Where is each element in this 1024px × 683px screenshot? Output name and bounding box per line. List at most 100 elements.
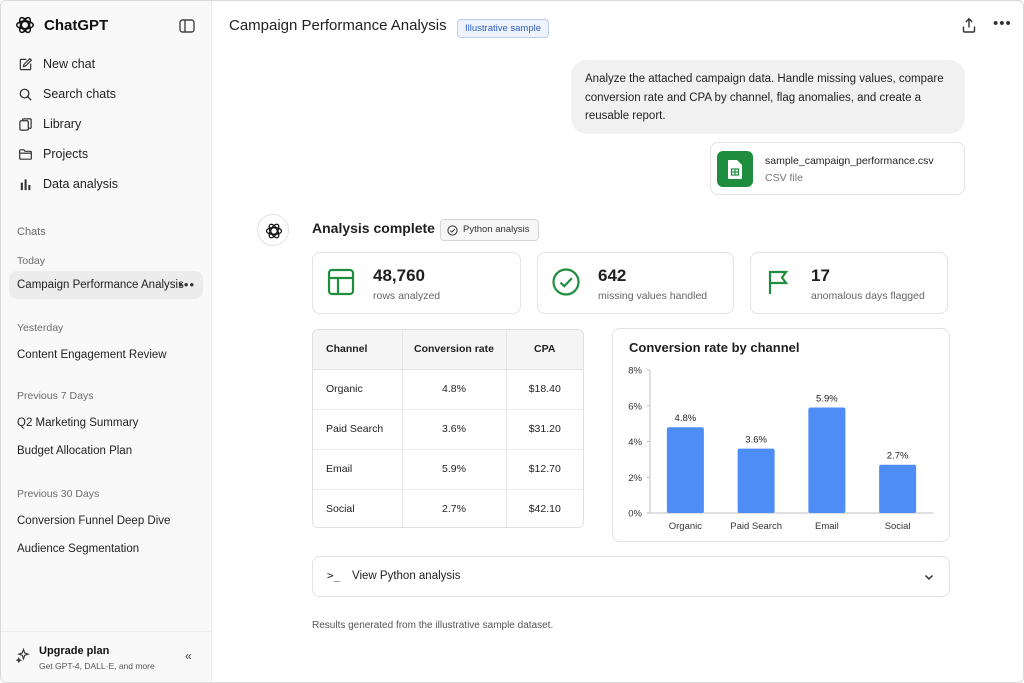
table-cell: 3.6% — [402, 408, 507, 449]
spreadsheet-file-icon — [717, 151, 753, 187]
nav-projects[interactable]: Projects — [9, 140, 203, 168]
bar — [808, 407, 846, 513]
check-circle-icon — [552, 268, 580, 296]
table-icon — [327, 268, 355, 296]
chat-item[interactable]: Conversion Funnel Deep Dive — [9, 507, 203, 535]
chat-title: Budget Allocation Plan — [17, 445, 133, 457]
upgrade-plan-button[interactable]: Upgrade plan Get GPT-4, DALL·E, and more… — [1, 631, 212, 682]
table-cell: 4.8% — [402, 368, 507, 409]
chat-title: Q2 Marketing Summary — [17, 417, 139, 429]
chat-title: Audience Segmentation — [17, 543, 140, 555]
stat-label: missing values handled — [598, 290, 708, 302]
table-cell: 5.9% — [402, 448, 507, 489]
chat-options-icon[interactable]: ••• — [178, 277, 195, 292]
section-today: Today — [17, 255, 46, 267]
flag-icon — [768, 270, 789, 294]
y-tick-label: 6% — [628, 401, 642, 412]
section-yesterday: Yesterday — [17, 322, 64, 334]
bar-data-label: 4.8% — [675, 413, 697, 424]
stat-label: rows analyzed — [373, 290, 441, 302]
column-header: CPA — [506, 330, 583, 370]
view-python-analysis-label: View Python analysis — [352, 570, 461, 582]
conversation-title-button[interactable]: Campaign Performance Analysis — [229, 17, 467, 34]
bar — [879, 464, 917, 513]
table-cell: $18.40 — [506, 368, 583, 409]
conversion-rate-chart: Conversion rate by channel 0% 2% 4% 6% 8% 4.8… — [612, 328, 950, 542]
illustrative-sample-badge: Illustrative sample — [457, 19, 550, 38]
terminal-icon: >_ — [327, 569, 341, 582]
bar — [737, 448, 775, 513]
bar-data-label: 2.7% — [887, 451, 909, 462]
table-cell: Email — [313, 448, 403, 489]
python-analysis-badge-label: Python analysis — [463, 224, 530, 235]
chevron-down-icon — [924, 574, 934, 581]
stat-card-missing: 642 missing values handled — [537, 252, 734, 314]
chat-title: Conversion Funnel Deep Dive — [17, 515, 171, 527]
stat-label: anomalous days flagged — [811, 290, 925, 302]
upgrade-subtitle: Get GPT-4, DALL·E, and more — [39, 661, 155, 671]
assistant-avatar — [257, 214, 289, 246]
table-header-row: Channel Conversion rate CPA — [313, 330, 583, 370]
table-row: Email 5.9% $12.70 — [313, 448, 583, 489]
chat-item[interactable]: Q2 Marketing Summary — [9, 409, 203, 437]
nav-label: Projects — [43, 147, 89, 161]
table-row: Paid Search 3.6% $31.20 — [313, 408, 583, 449]
chat-item-active[interactable]: Campaign Performance Analysis ••• — [9, 271, 203, 299]
table-cell: $42.10 — [506, 488, 583, 527]
chat-item[interactable]: Budget Allocation Plan — [9, 437, 203, 465]
table-cell: Paid Search — [313, 408, 403, 449]
openai-logo-icon — [16, 16, 34, 34]
footer-note: Results generated from the illustrative … — [312, 620, 554, 631]
nav-new-chat[interactable]: New chat — [9, 50, 203, 78]
chat-item[interactable]: Audience Segmentation — [9, 535, 203, 563]
table-cell: 2.7% — [402, 488, 507, 527]
bar-data-label: 5.9% — [816, 394, 838, 405]
nav-label: New chat — [43, 57, 96, 71]
nav-data-analysis[interactable]: Data analysis — [9, 170, 203, 198]
more-options-icon[interactable]: ••• — [993, 15, 1012, 32]
x-tick-label: Paid Search — [730, 521, 782, 532]
check-circle-icon — [447, 225, 458, 236]
stat-value: 17 — [811, 266, 830, 285]
table-row: Organic 4.8% $18.40 — [313, 368, 583, 409]
brand[interactable]: ChatGPT — [14, 14, 108, 36]
column-header: Conversion rate — [402, 330, 507, 370]
x-tick-label: Social — [885, 521, 911, 532]
view-python-analysis-button[interactable]: >_ View Python analysis — [312, 556, 950, 597]
chat-item[interactable]: Content Engagement Review — [9, 341, 203, 369]
x-tick-label: Email — [815, 521, 839, 532]
bar-chart-icon — [20, 178, 31, 190]
section-previous-7-days: Previous 7 Days — [17, 390, 94, 402]
nav-label: Data analysis — [43, 177, 119, 191]
app-window: ChatGPT New chat Search chats Library Pr… — [0, 0, 1024, 683]
analysis-title: Analysis complete — [312, 220, 435, 236]
section-previous-30-days: Previous 30 Days — [17, 488, 100, 500]
bar — [666, 427, 704, 513]
channel-table: Channel Conversion rate CPA Organic 4.8%… — [312, 329, 584, 528]
edit-icon — [19, 57, 33, 70]
attachment-card[interactable]: sample_campaign_performance.csv CSV file — [710, 142, 965, 195]
stat-value: 642 — [598, 266, 627, 285]
column-header: Channel — [313, 330, 403, 370]
x-tick-label: Organic — [669, 521, 703, 532]
sparkle-icon — [16, 648, 30, 663]
nav-search-chats[interactable]: Search chats — [9, 80, 203, 108]
bar-data-label: 3.6% — [745, 435, 767, 446]
nav-label: Library — [43, 117, 82, 131]
chat-title: Content Engagement Review — [17, 349, 167, 361]
chats-heading: Chats — [17, 226, 46, 238]
table-cell: $12.70 — [506, 448, 583, 489]
stat-card-anomalies: 17 anomalous days flagged — [750, 252, 948, 314]
upgrade-title: Upgrade plan — [39, 645, 110, 657]
y-tick-label: 2% — [628, 473, 642, 484]
python-analysis-badge: Python analysis — [440, 219, 539, 241]
y-tick-label: 4% — [628, 437, 642, 448]
user-message: Analyze the attached campaign data. Hand… — [571, 60, 965, 134]
attachment-name: sample_campaign_performance.csv — [765, 155, 934, 167]
library-icon — [19, 117, 32, 131]
app-name: ChatGPT — [44, 16, 109, 34]
sidebar-toggle-icon[interactable] — [178, 17, 196, 35]
share-icon[interactable] — [961, 17, 977, 34]
nav-library[interactable]: Library — [9, 110, 203, 138]
collapse-sidebar-icon[interactable]: « — [185, 649, 192, 663]
